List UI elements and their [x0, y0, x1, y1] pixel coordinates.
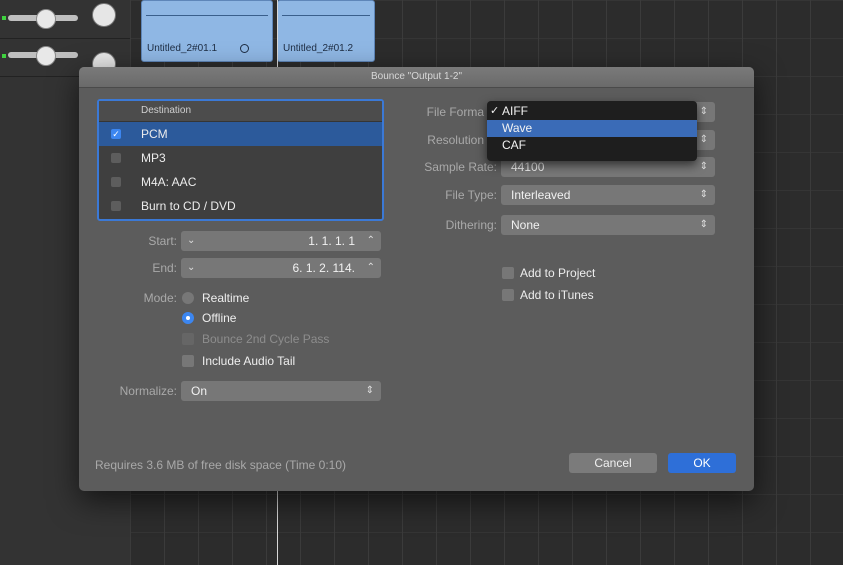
file-type-label: File Type: [445, 188, 497, 202]
include-audio-tail-label: Include Audio Tail [202, 354, 296, 368]
bounce-2nd-cycle-checkbox[interactable] [182, 333, 194, 345]
up-down-arrows-icon: ⇕ [699, 189, 708, 200]
add-to-itunes-label: Add to iTunes [520, 288, 594, 302]
add-to-itunes-checkbox[interactable] [502, 289, 514, 301]
ok-button[interactable]: OK [668, 453, 736, 473]
add-to-project-label: Add to Project [520, 266, 596, 280]
up-down-arrows-icon: ⇕ [699, 161, 708, 172]
bounce-dialog: Bounce "Output 1-2" Destination ✓ PCM MP… [79, 67, 754, 491]
destination-label: Burn to CD / DVD [141, 199, 236, 213]
file-type-popup[interactable]: Interleaved ⇕ [501, 185, 715, 205]
chevron-down-icon[interactable]: ⌄ [187, 231, 195, 251]
checkmark-icon[interactable]: ✓ [111, 129, 121, 139]
start-label: Start: [148, 234, 177, 248]
destination-label: M4A: AAC [141, 175, 197, 189]
end-field[interactable]: ⌄ 6. 1. 2. 114. ⌃ [181, 258, 381, 278]
destination-row-aac[interactable]: M4A: AAC [99, 170, 382, 194]
region-name: Untitled_2#01.2 [283, 43, 354, 54]
audio-region[interactable]: Untitled_2#01.2 [277, 0, 375, 62]
realtime-label: Realtime [202, 291, 250, 305]
destination-row-mp3[interactable]: MP3 [99, 146, 382, 170]
sample-rate-label: Sample Rate: [424, 160, 497, 174]
destination-label: MP3 [141, 151, 166, 165]
destination-table: Destination ✓ PCM MP3 M4A: AAC Burn to C… [97, 99, 384, 221]
checkbox[interactable] [111, 177, 121, 187]
menu-item-wave[interactable]: Wave [487, 120, 697, 137]
menu-item-aiff[interactable]: ✓ AIFF [487, 103, 697, 120]
loop-circle-icon [240, 44, 249, 53]
dialog-title: Bounce "Output 1-2" [79, 67, 754, 88]
destination-row-burn-cd[interactable]: Burn to CD / DVD [99, 194, 382, 218]
menu-item-label: AIFF [502, 104, 528, 118]
bounce-2nd-cycle-label: Bounce 2nd Cycle Pass [202, 332, 330, 346]
checkbox[interactable] [111, 153, 121, 163]
chevron-up-icon[interactable]: ⌃ [367, 258, 375, 278]
dithering-label: Dithering: [445, 218, 497, 232]
normalize-popup[interactable]: On ⇕ [181, 381, 381, 401]
dithering-popup[interactable]: None ⇕ [501, 215, 715, 235]
checkmark-icon: ✓ [490, 105, 500, 117]
menu-item-label: Wave [502, 121, 533, 135]
up-down-arrows-icon: ⇕ [699, 134, 708, 145]
add-to-project-checkbox[interactable] [502, 267, 514, 279]
destination-header: Destination [99, 101, 382, 122]
cancel-button[interactable]: Cancel [569, 453, 657, 473]
checkbox[interactable] [111, 201, 121, 211]
destination-row-pcm[interactable]: ✓ PCM [99, 122, 382, 146]
level-led [2, 16, 6, 20]
normalize-value: On [191, 384, 208, 398]
realtime-radio[interactable] [182, 292, 194, 304]
pan-knob[interactable] [92, 3, 116, 27]
chevron-down-icon[interactable]: ⌄ [187, 258, 195, 278]
up-down-arrows-icon: ⇕ [699, 219, 708, 230]
menu-item-label: CAF [502, 138, 526, 152]
end-value: 6. 1. 2. 114. [292, 261, 356, 275]
mode-label: Mode: [143, 291, 177, 305]
audio-region[interactable]: Untitled_2#01.1 [141, 0, 273, 62]
menu-item-caf[interactable]: CAF [487, 137, 697, 154]
resolution-label: Resolution [427, 133, 484, 147]
volume-slider-knob[interactable] [36, 9, 56, 29]
end-label: End: [152, 261, 177, 275]
disk-space-info: Requires 3.6 MB of free disk space (Time… [95, 458, 346, 472]
include-audio-tail-checkbox[interactable] [182, 355, 194, 367]
file-format-label: File Forma [426, 105, 484, 119]
waveform [146, 15, 268, 16]
up-down-arrows-icon: ⇕ [699, 106, 708, 117]
region-name: Untitled_2#01.1 [147, 43, 218, 54]
dithering-value: None [511, 218, 540, 232]
waveform [282, 15, 370, 16]
file-type-value: Interleaved [511, 188, 571, 202]
track-header [0, 0, 130, 39]
destination-label: PCM [141, 127, 168, 141]
level-led [2, 54, 6, 58]
start-field[interactable]: ⌄ 1. 1. 1. 1 ⌃ [181, 231, 381, 251]
volume-slider-knob[interactable] [36, 46, 56, 66]
up-down-arrows-icon: ⇕ [365, 385, 374, 396]
chevron-up-icon[interactable]: ⌃ [367, 231, 375, 251]
offline-label: Offline [202, 311, 237, 325]
start-value: 1. 1. 1. 1 [308, 234, 355, 248]
offline-radio[interactable] [182, 312, 194, 324]
normalize-label: Normalize: [119, 384, 177, 398]
file-format-menu: ✓ AIFF Wave CAF [487, 101, 697, 161]
